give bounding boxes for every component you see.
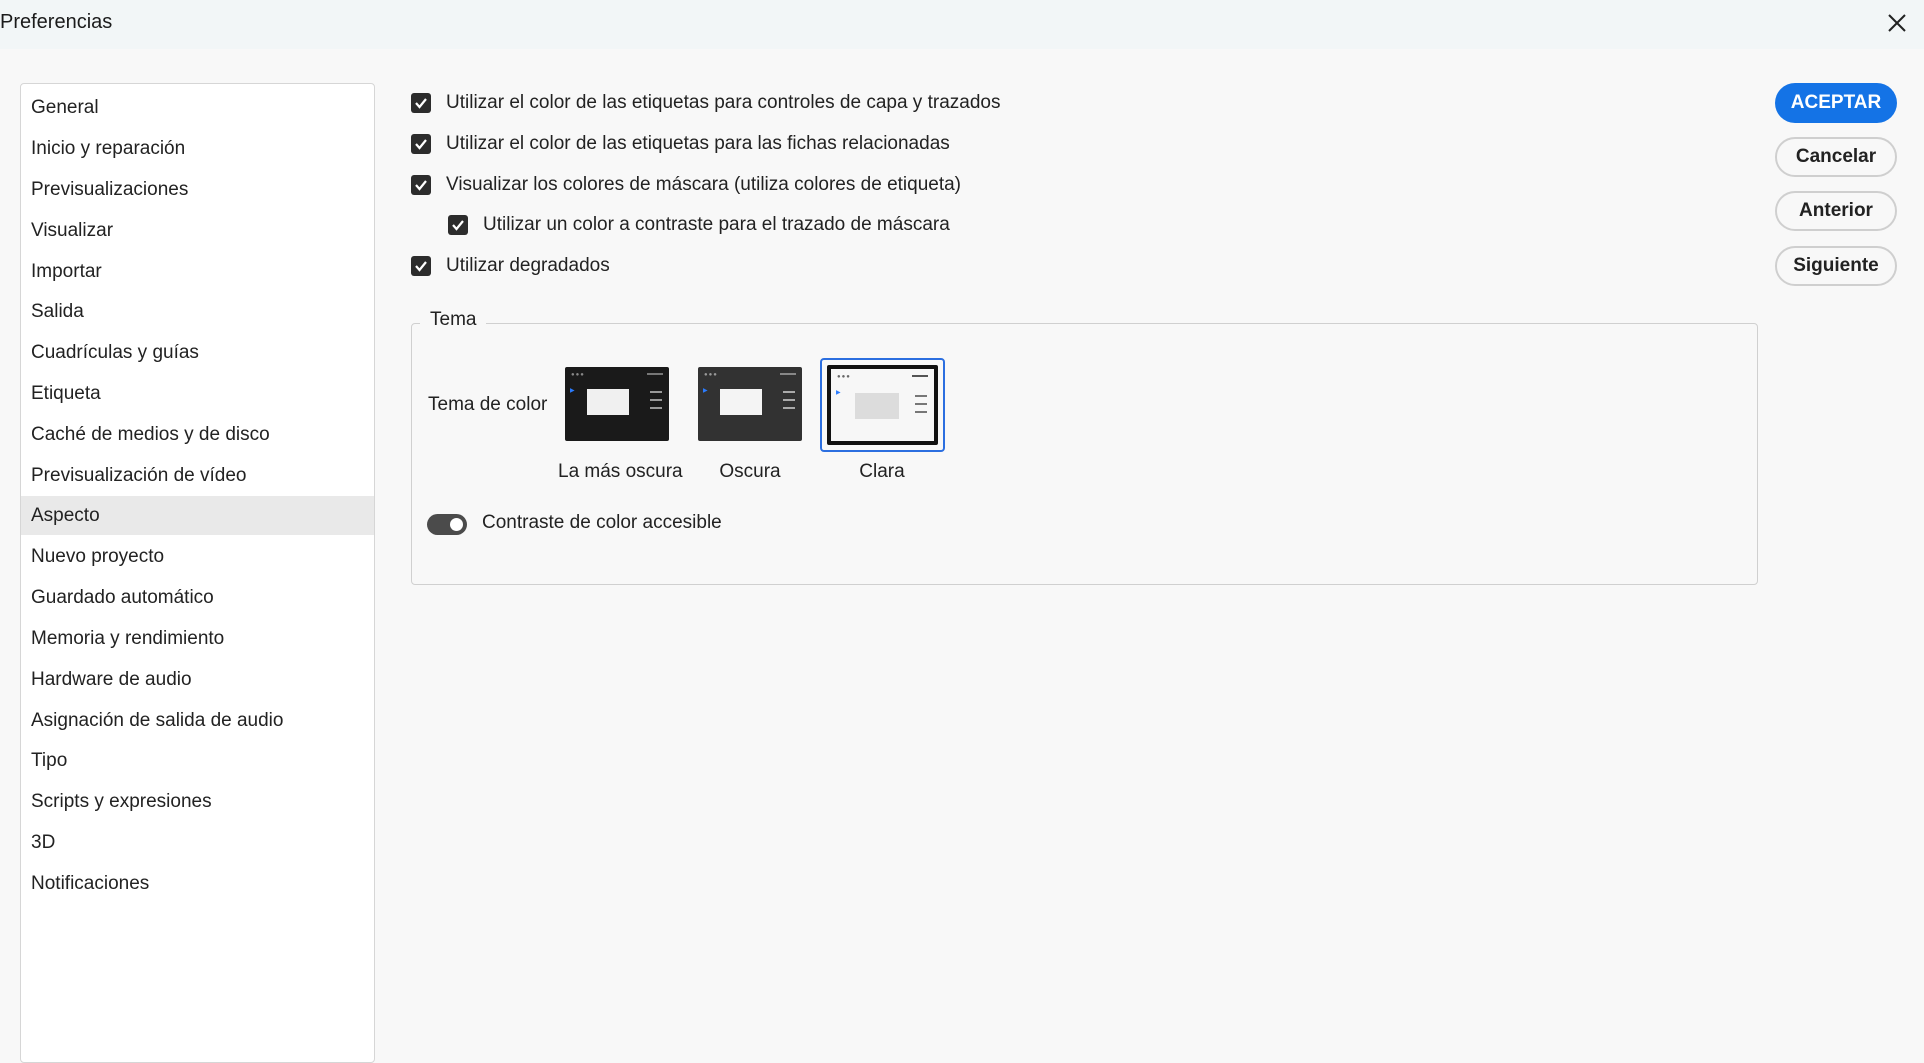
sidebar-item-inicio-reparacion[interactable]: Inicio y reparación: [21, 129, 374, 168]
sidebar-item-visualizar[interactable]: Visualizar: [21, 211, 374, 250]
checkbox-label-color-related-tabs[interactable]: [411, 134, 431, 154]
sidebar-item-previsualizacion-video[interactable]: Previsualización de vídeo: [21, 456, 374, 495]
checkbox-contrast-mask-path[interactable]: [448, 215, 468, 235]
accessible-contrast-toggle[interactable]: [427, 514, 467, 535]
previous-button[interactable]: Anterior: [1775, 191, 1897, 231]
option-text: Utilizar un color a contraste para el tr…: [483, 214, 950, 235]
sidebar-item-scripts-expresiones[interactable]: Scripts y expresiones: [21, 782, 374, 821]
sidebar-item-cuadriculas-guias[interactable]: Cuadrículas y guías: [21, 333, 374, 372]
checkbox-label-color-layer-controls[interactable]: [411, 93, 431, 113]
sidebar-item-asignacion-salida-audio[interactable]: Asignación de salida de audio: [21, 701, 374, 740]
option-gradients: Utilizar degradados: [411, 252, 610, 280]
toggle-knob: [450, 518, 463, 531]
sidebar-item-etiqueta[interactable]: Etiqueta: [21, 374, 374, 413]
option-text: Utilizar degradados: [446, 255, 610, 276]
sidebar-item-aspecto[interactable]: Aspecto: [21, 496, 374, 535]
sidebar-item-general[interactable]: General: [21, 88, 374, 127]
theme-preview-dark: ●●● ▶: [698, 367, 802, 441]
check-icon: [415, 98, 427, 109]
close-button[interactable]: [1880, 6, 1914, 40]
checkbox-gradients[interactable]: [411, 256, 431, 276]
option-label-color-layer-controls: Utilizar el color de las etiquetas para …: [411, 89, 1000, 117]
accessible-contrast-label: Contraste de color accesible: [482, 512, 722, 533]
sidebar-item-notificaciones[interactable]: Notificaciones: [21, 864, 374, 903]
sidebar-item-cache[interactable]: Caché de medios y de disco: [21, 415, 374, 454]
preferences-sidebar: General Inicio y reparación Previsualiza…: [20, 83, 375, 1063]
option-text: Utilizar el color de las etiquetas para …: [446, 92, 1001, 113]
check-icon: [415, 139, 427, 150]
title-bar: Preferencias: [0, 0, 1924, 49]
close-icon: [1888, 14, 1906, 32]
accept-button[interactable]: ACEPTAR: [1775, 83, 1897, 123]
window-title: Preferencias: [0, 11, 113, 33]
option-text: Utilizar el color de las etiquetas para …: [446, 133, 950, 154]
sidebar-item-salida[interactable]: Salida: [21, 292, 374, 331]
sidebar-item-previsualizaciones[interactable]: Previsualizaciones: [21, 170, 374, 209]
checkbox-mask-colors[interactable]: [411, 175, 431, 195]
option-label-color-related-tabs: Utilizar el color de las etiquetas para …: [411, 130, 950, 158]
option-contrast-mask-path: Utilizar un color a contraste para el tr…: [448, 211, 950, 239]
sidebar-item-tipo[interactable]: Tipo: [21, 741, 374, 780]
option-text: Visualizar los colores de máscara (utili…: [446, 174, 962, 195]
cancel-button[interactable]: Cancelar: [1775, 137, 1897, 177]
option-mask-colors: Visualizar los colores de máscara (utili…: [411, 171, 961, 199]
check-icon: [415, 261, 427, 272]
sidebar-item-nuevo-proyecto[interactable]: Nuevo proyecto: [21, 537, 374, 576]
sidebar-item-importar[interactable]: Importar: [21, 252, 374, 291]
theme-preview-darkest: ●●● ▶: [565, 367, 669, 441]
theme-group: [411, 323, 1758, 585]
next-button[interactable]: Siguiente: [1775, 246, 1897, 286]
sidebar-item-guardado-automatico[interactable]: Guardado automático: [21, 578, 374, 617]
theme-preview-light: ●●● ▶: [827, 365, 938, 445]
theme-caption-dark: Oscura: [719, 461, 781, 482]
sidebar-item-hardware-audio[interactable]: Hardware de audio: [21, 660, 374, 699]
color-theme-label: Tema de color: [428, 394, 548, 415]
sidebar-item-3d[interactable]: 3D: [21, 823, 374, 862]
check-icon: [452, 220, 464, 231]
sidebar-item-memoria-rendimiento[interactable]: Memoria y rendimiento: [21, 619, 374, 658]
theme-caption-darkest: La más oscura: [558, 461, 683, 482]
theme-group-title: Tema: [420, 309, 487, 331]
theme-caption-light: Clara: [859, 461, 905, 482]
check-icon: [415, 180, 427, 191]
